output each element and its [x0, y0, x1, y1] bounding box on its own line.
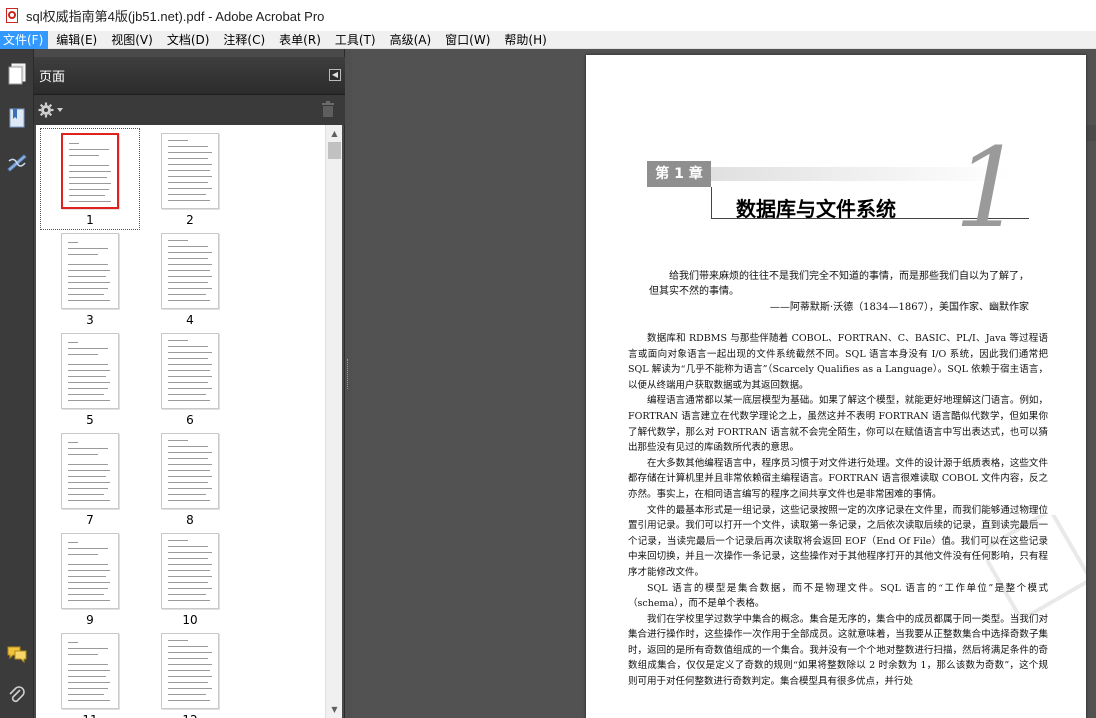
- paragraph: 文件的最基本形式是一组记录，这些记录按照一定的次序记录在文件里，而我们能够通过物…: [628, 504, 1048, 578]
- dropdown-arrow-icon: [57, 108, 63, 112]
- thumbnail-page-number: 11: [40, 713, 140, 718]
- thumbnail-scrollbar[interactable]: ▲ ▼: [325, 125, 342, 718]
- page-thumbnail[interactable]: 6: [140, 333, 240, 433]
- chapter-divider-vertical: [711, 187, 712, 219]
- signatures-icon: [7, 154, 27, 172]
- chevron-left-icon: ◀: [331, 70, 339, 79]
- thumbnail-page-number: 6: [186, 413, 194, 427]
- menu-window[interactable]: 窗口(W): [437, 31, 496, 49]
- epigraph-attribution: ——阿蒂默斯·沃德（1834—1867），美国作家、幽默作家: [769, 302, 1029, 313]
- thumbnail-page-number: 9: [86, 613, 94, 627]
- thumbnail-page-image: [161, 533, 219, 609]
- body-text: 数据库和 RDBMS 与那些伴随着 COBOL、FORTRAN、C、BASIC、…: [628, 331, 1048, 690]
- gear-icon: [38, 102, 54, 118]
- thumbnail-page-number: 5: [86, 413, 94, 427]
- options-button[interactable]: [38, 101, 68, 119]
- pages-panel-header: 页面 ◀: [34, 57, 345, 95]
- bookmarks-button[interactable]: [0, 101, 34, 135]
- comments-icon: [7, 646, 27, 664]
- scrollbar-thumb[interactable]: [328, 142, 341, 159]
- thumbnail-page-image: [161, 233, 219, 309]
- acrobat-window: sql权威指南第4版(jb51.net).pdf - Adobe Acrobat…: [0, 0, 1096, 718]
- page-thumbnail[interactable]: 1: [40, 128, 140, 233]
- page-thumbnail[interactable]: 9: [40, 533, 140, 633]
- menu-forms[interactable]: 表单(R): [271, 31, 327, 49]
- navigation-strip: [0, 49, 34, 718]
- paragraph: 编程语言通常都以某一底层模型为基础。如果了解这个模型，就能更好地理解这门语言。例…: [628, 395, 1048, 454]
- menu-file[interactable]: 文件(F): [0, 30, 49, 49]
- window-title: sql权威指南第4版(jb51.net).pdf - Adobe Acrobat…: [26, 9, 325, 24]
- page-thumbnail[interactable]: 11: [40, 633, 140, 718]
- page-thumbnail[interactable]: 4: [140, 233, 240, 333]
- thumbnail-page-image: [161, 633, 219, 709]
- signatures-button[interactable]: [0, 145, 34, 179]
- menu-view[interactable]: 视图(V): [103, 31, 159, 49]
- thumbnail-page-image: [61, 433, 119, 509]
- page-thumbnail[interactable]: 3: [40, 233, 140, 333]
- thumbnail-page-number: 2: [186, 213, 194, 227]
- paragraph: 数据库和 RDBMS 与那些伴随着 COBOL、FORTRAN、C、BASIC、…: [628, 333, 1048, 391]
- collapse-panel-button[interactable]: ◀: [329, 69, 341, 81]
- pages-panel: 页面 ◀ 1 2 3 4 5 6 7 8 9 10 ▲ ▼: [34, 49, 345, 718]
- attachments-icon: [9, 686, 25, 703]
- menu-help[interactable]: 帮助(H): [496, 31, 552, 49]
- thumbnail-list[interactable]: 123456789101112 ▲ ▼: [36, 125, 342, 718]
- pages-icon: [8, 63, 26, 85]
- thumbnail-page-image: [161, 133, 219, 209]
- page-thumbnail[interactable]: 8: [140, 433, 240, 533]
- menu-advanced[interactable]: 高级(A): [382, 31, 438, 49]
- scroll-down-arrow[interactable]: ▼: [326, 701, 342, 718]
- thumbnail-page-number: 8: [186, 513, 194, 527]
- thumbnail-page-number: 4: [186, 313, 194, 327]
- splitter-grip: [347, 359, 350, 389]
- page-thumbnail[interactable]: 10: [140, 533, 240, 633]
- menu-comments[interactable]: 注释(C): [215, 31, 271, 49]
- scroll-up-arrow[interactable]: ▲: [326, 125, 342, 142]
- menu-edit[interactable]: 编辑(E): [48, 31, 103, 49]
- thumbnail-page-number: 7: [86, 513, 94, 527]
- thumbnail-page-image: [61, 133, 119, 209]
- delete-pages-button[interactable]: [321, 101, 335, 122]
- pages-panel-title: 页面: [39, 70, 66, 85]
- epigraph-quote: 给我们带来麻烦的往往不是我们完全不知道的事情，而是那些我们自以为了解了，但其实不…: [649, 271, 1029, 297]
- page-thumbnail[interactable]: 7: [40, 433, 140, 533]
- document-page: 第 1 章 数据库与文件系统 1 给我们带来麻烦的往往不是我们完全不知道的事情，…: [586, 55, 1086, 718]
- paragraph: 在大多数其他编程语言中，程序员习惯于对文件进行处理。文件的设计源于纸质表格，这些…: [628, 457, 1048, 500]
- menu-bar: 文件(F) 编辑(E) 视图(V) 文档(D) 注释(C) 表单(R) 工具(T…: [0, 30, 1096, 49]
- thumbnail-page-image: [61, 633, 119, 709]
- thumbnail-page-number: 10: [182, 613, 198, 627]
- document-view[interactable]: 1 第 1 章 数据库与文件系统 1 给我们带来麻烦的往往不是我们完全不知道的事…: [352, 49, 1096, 718]
- menu-tools[interactable]: 工具(T): [327, 31, 382, 49]
- thumbnail-page-number: 1: [86, 213, 94, 227]
- paragraph: 我们在学校里学过数学中集合的概念。集合是无序的，集合中的成员都属于同一类型。当我…: [628, 613, 1048, 688]
- thumbnail-page-image: [61, 533, 119, 609]
- page-thumbnail[interactable]: 2: [140, 133, 240, 233]
- menu-document[interactable]: 文档(D): [159, 31, 216, 49]
- chapter-number: 1: [954, 124, 1024, 252]
- watermark-logo: [986, 515, 1086, 615]
- page-thumbnail[interactable]: 12: [140, 633, 240, 718]
- thumbnail-page-image: [161, 333, 219, 409]
- chapter-tag: 第 1 章: [647, 161, 711, 187]
- title-bar: sql权威指南第4版(jb51.net).pdf - Adobe Acrobat…: [0, 0, 1096, 31]
- epigraph: 给我们带来麻烦的往往不是我们完全不知道的事情，而是那些我们自以为了解了，但其实不…: [649, 269, 1029, 315]
- attachments-button[interactable]: [0, 679, 34, 713]
- thumbnail-page-number: 3: [86, 313, 94, 327]
- pdf-file-icon: [4, 7, 20, 25]
- pages-panel-toolbar: [34, 95, 345, 125]
- page-thumbnail[interactable]: 5: [40, 333, 140, 433]
- bookmarks-icon: [9, 108, 25, 128]
- thumbnail-page-image: [61, 233, 119, 309]
- pages-button[interactable]: [0, 57, 34, 91]
- comments-button[interactable]: [0, 637, 34, 671]
- thumbnail-page-image: [161, 433, 219, 509]
- thumbnail-page-number: 12: [140, 713, 240, 718]
- panel-splitter[interactable]: [345, 49, 352, 718]
- thumbnail-page-image: [61, 333, 119, 409]
- paragraph: SQL 语言的模型是集合数据，而不是物理文件。SQL 语言的“工作单位”是整个模…: [628, 582, 1048, 610]
- trash-icon: [322, 101, 334, 117]
